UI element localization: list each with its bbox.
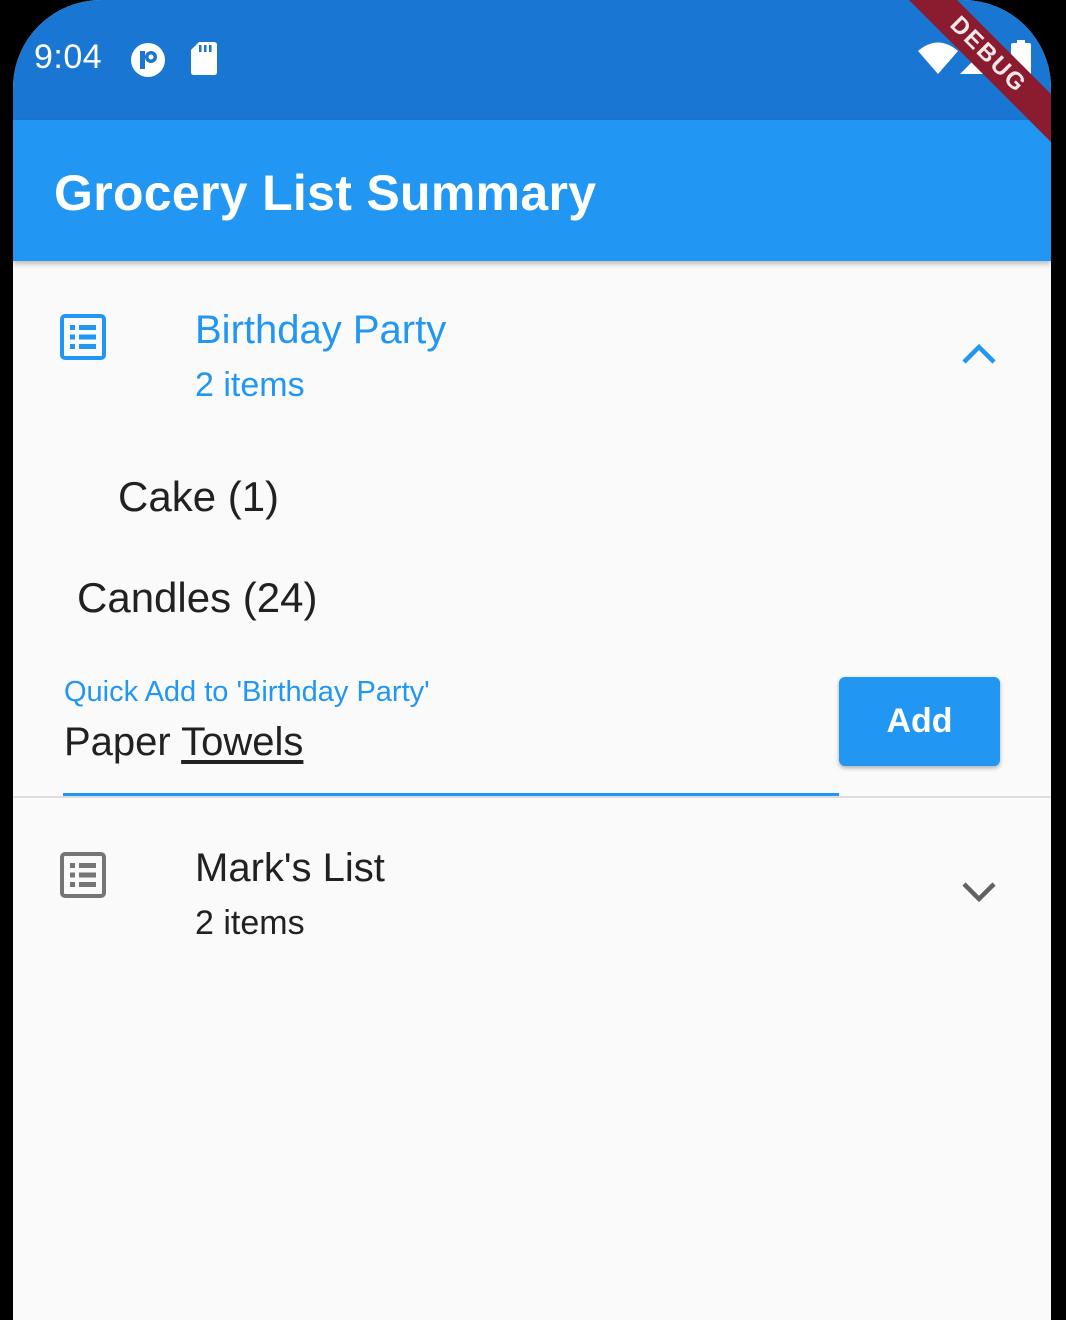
wifi-icon (918, 42, 958, 79)
quick-add-label: Quick Add to 'Birthday Party' (64, 676, 430, 708)
panel-title: Mark's List (195, 846, 385, 890)
list-icon (60, 852, 106, 903)
list-icon (60, 314, 106, 365)
quick-add-value-prefix: Paper (64, 720, 182, 764)
status-time: 9:04 (34, 38, 103, 76)
quick-add-input[interactable]: Paper Towels (64, 720, 303, 765)
panel-subtitle: 2 items (195, 904, 305, 942)
chevron-down-icon[interactable] (959, 880, 999, 909)
sd-card-icon (191, 42, 217, 80)
list-item: Cake (1) (118, 473, 280, 520)
phone-screen: 9:04 Grocery List Summary DEBUG Birthday… (13, 0, 1051, 1320)
status-bar: 9:04 (13, 0, 1051, 120)
app-bar: Grocery List Summary (13, 120, 1051, 261)
app-notification-icon (130, 42, 166, 83)
panel-header-birthday-party[interactable]: Birthday Party 2 items (13, 262, 1051, 412)
quick-add-value-word: Towels (181, 720, 304, 764)
chevron-up-icon[interactable] (959, 342, 999, 371)
panel-subtitle: 2 items (195, 366, 305, 404)
panel-header-marks-list[interactable]: Mark's List 2 items (13, 800, 1051, 950)
panel-title: Birthday Party (195, 308, 447, 352)
divider (13, 796, 1051, 798)
page-title: Grocery List Summary (54, 165, 597, 221)
add-button[interactable]: Add (839, 677, 1000, 766)
list-item: Candles (24) (77, 574, 318, 621)
